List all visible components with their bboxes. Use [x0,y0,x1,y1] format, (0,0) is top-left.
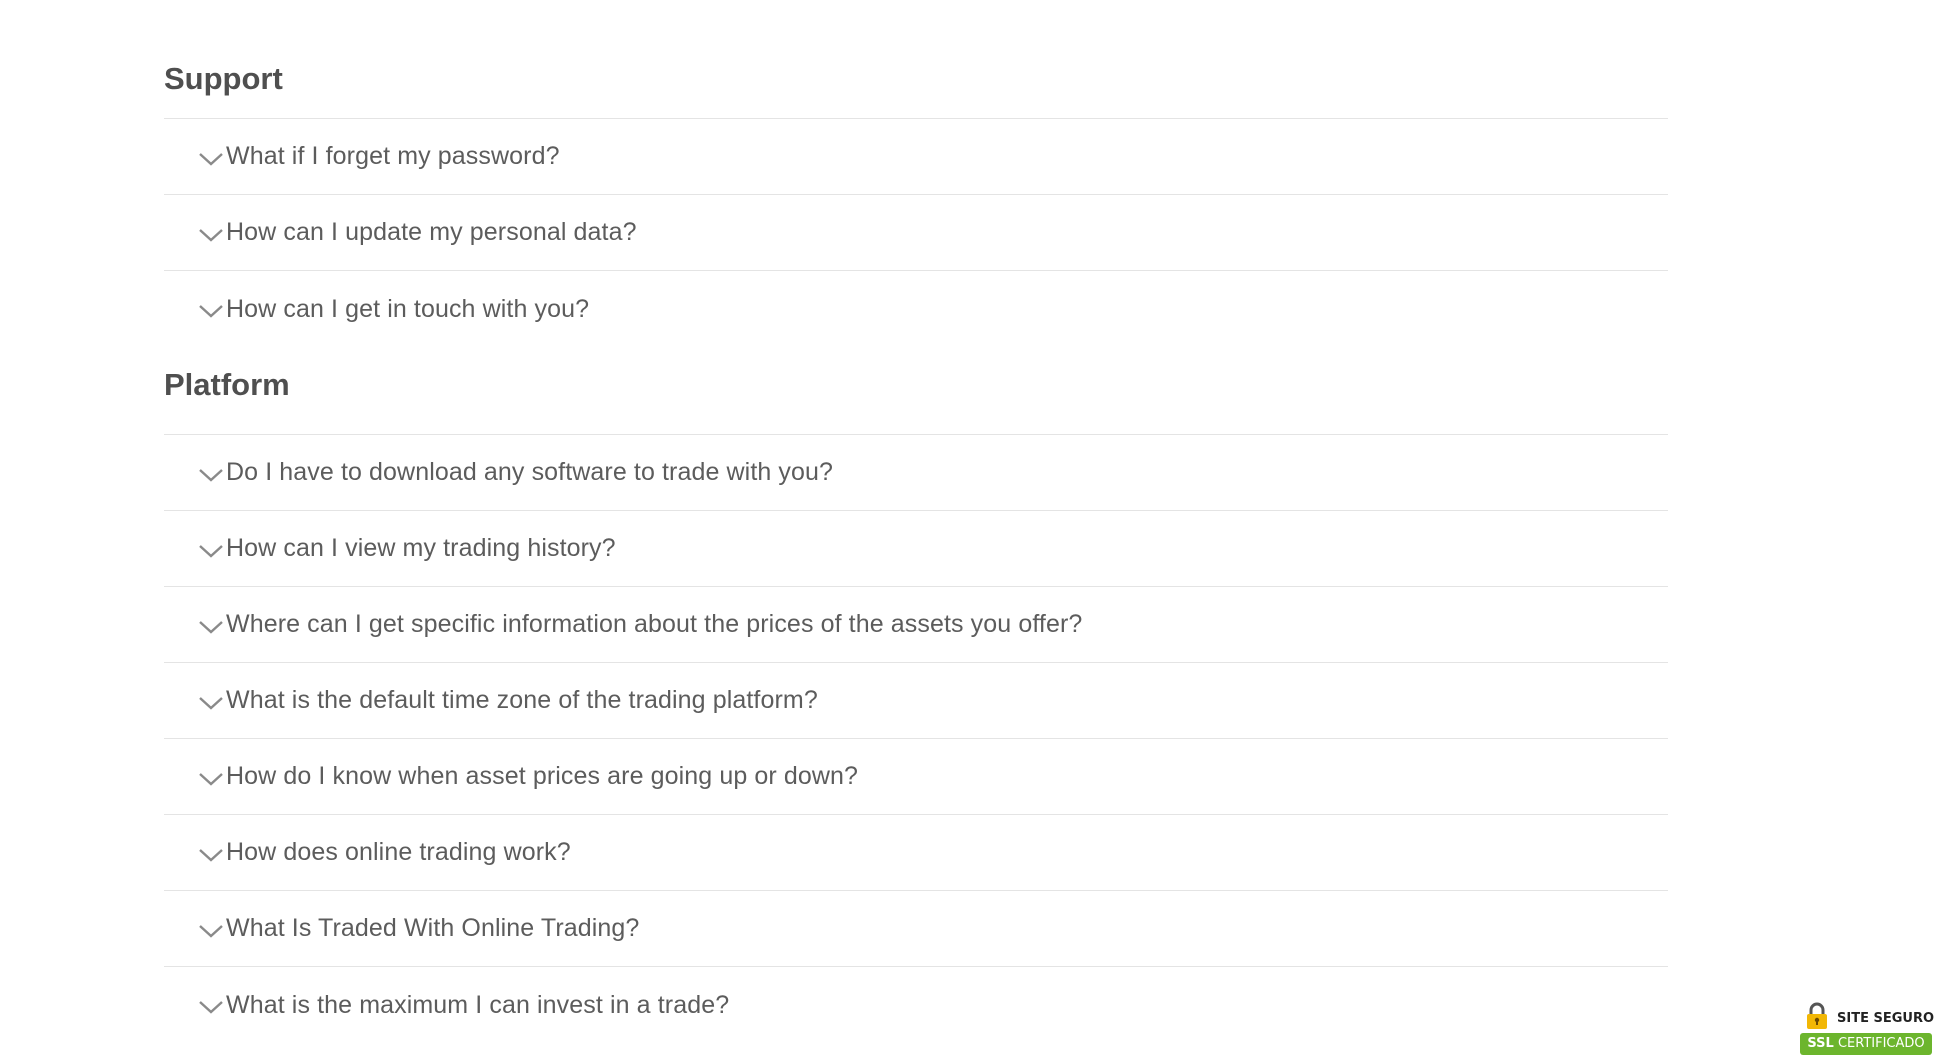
chevron-down-icon [199,620,223,634]
chevron-down-icon [199,544,223,558]
faq-question: How does online trading work? [226,838,571,866]
faq-item[interactable]: How can I update my personal data? [164,195,1668,271]
faq-item[interactable]: How can I view my trading history? [164,511,1668,587]
faq-item[interactable]: What is the default time zone of the tra… [164,663,1668,739]
faq-question: What Is Traded With Online Trading? [226,914,640,942]
faq-item[interactable]: Where can I get specific information abo… [164,587,1668,663]
ssl-badge-top: SITE SEGURO [1800,999,1936,1031]
faq-page: Support What if I forget my password? Ho… [0,0,1938,1059]
ssl-cert-label: SSL CERTIFICADO [1800,1033,1932,1055]
faq-item[interactable]: Do I have to download any software to tr… [164,435,1668,511]
ssl-site-label: SITE SEGURO [1837,1011,1935,1026]
chevron-down-icon [199,152,223,166]
ssl-label: SSL [1807,1036,1834,1051]
section-title-support: Support [164,54,1668,119]
chevron-down-icon [199,305,223,318]
section-title-platform: Platform [164,347,1668,435]
chevron-down-icon [199,1001,223,1014]
chevron-down-icon [199,696,223,710]
faq-list: Support What if I forget my password? Ho… [164,54,1668,1059]
faq-question: How can I view my trading history? [226,534,616,562]
faq-question: What if I forget my password? [226,142,560,170]
faq-item[interactable]: How can I get in touch with you? [164,271,1668,347]
faq-question: What is the maximum I can invest in a tr… [226,990,730,1019]
faq-question: Where can I get specific information abo… [226,610,1083,638]
faq-item[interactable]: How do I know when asset prices are goin… [164,739,1668,815]
faq-question: What is the default time zone of the tra… [226,686,818,714]
faq-item[interactable]: What Is Traded With Online Trading? [164,891,1668,967]
chevron-down-icon [199,228,223,242]
faq-question: How do I know when asset prices are goin… [226,762,859,790]
chevron-down-icon [199,848,223,862]
faq-item[interactable]: What if I forget my password? [164,119,1668,195]
faq-item[interactable]: What is the maximum I can invest in a tr… [164,967,1668,1043]
faq-question: How can I get in touch with you? [226,294,590,323]
faq-item[interactable]: How does online trading work? [164,815,1668,891]
chevron-down-icon [199,772,223,786]
section-title-open-account: Open an account [164,1043,1668,1059]
faq-question: Do I have to download any software to tr… [226,458,834,486]
chevron-down-icon [199,468,223,482]
cert-label: CERTIFICADO [1837,1036,1925,1051]
lock-icon [1807,1002,1827,1029]
faq-question: How can I update my personal data? [226,218,637,246]
chevron-down-icon [199,924,223,938]
ssl-secure-badge[interactable]: SITE SEGURO SSL CERTIFICADO [1800,999,1936,1057]
